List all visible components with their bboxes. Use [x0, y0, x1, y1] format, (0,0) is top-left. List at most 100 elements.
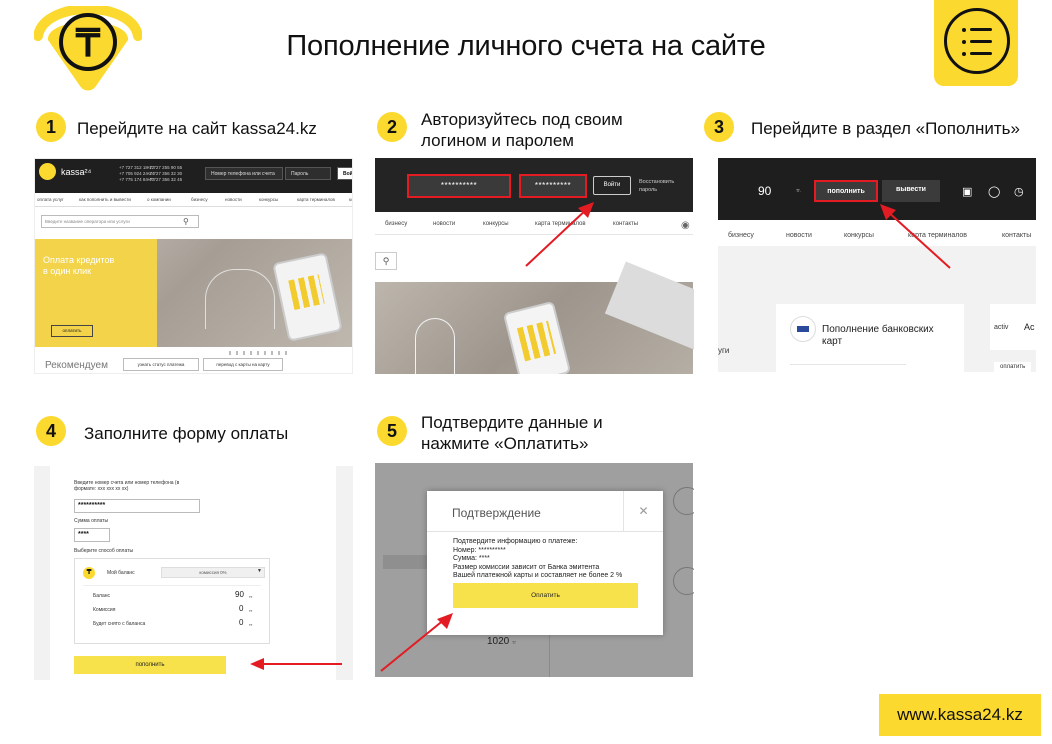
balance-unit: тг [249, 594, 253, 599]
nav-item[interactable]: новости [786, 232, 812, 239]
pay-button[interactable]: Оплатить [453, 583, 638, 608]
hero-text: Оплата кредитов в один клик [43, 255, 115, 276]
screenshot-step-3: 90 тг. пополнить вывести ▣ ◯ ◷ бизнесу н… [718, 158, 1036, 372]
pointer-arrow [525, 202, 594, 267]
briefcase-icon[interactable]: ▣ [962, 185, 972, 198]
dialog-title: Подтверждение [452, 506, 541, 520]
chat-icon[interactable]: ◯ [988, 185, 1000, 198]
nav-item[interactable]: конкурсы [259, 197, 278, 202]
nav-item[interactable]: ко [349, 197, 352, 202]
card-divider [790, 364, 906, 365]
step-1-title: Перейдите на сайт kassa24.kz [77, 119, 317, 138]
activ-title-cut: Ac [1024, 322, 1035, 332]
restore-password-link[interactable]: Восстановить пароль [639, 178, 674, 194]
screenshot-step-5: 1020 тг Подтверждение ✕ Подтвердите инфо… [375, 463, 694, 677]
amount-value: 1020 тг [487, 636, 517, 647]
balance-value: 90 [758, 184, 772, 198]
apple-icon: ◉ [681, 220, 690, 231]
search-icon[interactable]: ⚲ [183, 217, 189, 226]
amount-label: Сумма оплаты [74, 518, 109, 524]
nav-item[interactable]: конкурсы [483, 221, 509, 227]
close-icon[interactable]: ✕ [623, 491, 663, 531]
step-5-badge: 5 [377, 416, 407, 446]
password-input[interactable]: Пароль [285, 167, 331, 180]
activ-logo: activ [994, 324, 1009, 331]
activ-pay-button[interactable]: оплатить [994, 362, 1032, 372]
background-icon [673, 567, 694, 595]
hero-pay-button[interactable]: оплатить [51, 325, 93, 337]
step-4-badge: 4 [36, 416, 66, 446]
balance-value: 90 [235, 590, 244, 599]
step-2-title: Авторизуйтесь под своим логином и пароле… [421, 110, 623, 150]
method-divider [83, 585, 261, 586]
amount-input[interactable]: **** [74, 528, 110, 542]
account-number-input[interactable]: ********** [74, 499, 200, 513]
bank-cards-icon [790, 316, 816, 342]
nav-item[interactable]: конкурсы [844, 232, 874, 239]
site-url-link[interactable]: www.kassa24.kz [879, 694, 1041, 736]
nav-item[interactable]: карта терминалов [297, 197, 335, 202]
debit-unit: тг [249, 622, 253, 627]
fee-unit: тг [249, 608, 253, 613]
login-field[interactable]: ********** [407, 174, 511, 198]
balance-label: Баланс [93, 593, 111, 599]
status-check-button[interactable]: узнать статус платежа [123, 358, 199, 371]
nav-item[interactable]: контакты [613, 221, 638, 227]
step-3-badge: 3 [704, 112, 734, 142]
nav-item[interactable]: как пополнить и вывести [79, 197, 131, 202]
balance-currency: тг. [796, 188, 801, 194]
step-5-title: Подтвердите данные и нажмите «Оплатить» [421, 413, 603, 453]
login-button[interactable]: Войти [593, 176, 631, 195]
page-title: Пополнение личного счета на сайте [286, 30, 766, 62]
login-button[interactable]: Войти [337, 167, 352, 180]
service-search-input[interactable]: Введите название оператора или услуги [41, 215, 199, 228]
right-margin [336, 466, 353, 680]
pointer-arrow [880, 204, 951, 269]
phone-label: Введите номер счета или номер телефона (… [74, 480, 180, 492]
earphones-image [415, 318, 455, 374]
password-field[interactable]: ********** [519, 174, 587, 198]
debit-value: 0 [239, 618, 244, 627]
method-select[interactable]: комиссия 0% [161, 567, 265, 578]
nav-item[interactable]: бизнесу [385, 221, 407, 227]
topup-button[interactable]: пополнить [814, 180, 878, 202]
step-4-title: Заполните форму оплаты [84, 424, 289, 443]
kassa24-balance-icon: ₸ [83, 567, 95, 579]
history-icon[interactable]: ◷ [1014, 185, 1024, 198]
pointer-arrow [380, 613, 453, 672]
nav-item[interactable]: новости [225, 197, 242, 202]
menu-button[interactable] [934, 0, 1018, 86]
confirmation-dialog: Подтверждение ✕ Подтвердите информацию о… [427, 491, 663, 635]
nav-item[interactable]: оплата услуг [37, 197, 64, 202]
step-2-badge: 2 [377, 112, 407, 142]
background-field [383, 555, 427, 569]
card-transfer-button[interactable]: перевод с карты на карту [203, 358, 283, 371]
chevron-down-icon[interactable]: ▼ [257, 568, 262, 574]
debit-label: Будет снято с баланса [93, 621, 146, 627]
nav-item[interactable]: бизнесу [191, 197, 208, 202]
screenshot-step-2: ********** ********** Войти Восстановить… [375, 158, 694, 374]
payment-method-box: ₸ Мой баланс комиссия 0% ▼ Баланс 90 тг … [74, 558, 270, 644]
nav-item[interactable]: бизнесу [728, 232, 754, 239]
recommend-heading: Рекомендуем [45, 360, 108, 371]
search-icon[interactable]: ⚲ [375, 252, 397, 270]
step-1-badge: 1 [36, 112, 66, 142]
phones-col-2: +7 727 255 90 55 +7 727 356 32 30 +7 727 3… [147, 165, 183, 182]
site-brand: kassa²⁴ [61, 167, 92, 177]
method-label: Выберите способ оплаты [74, 548, 134, 554]
dialog-message: Подтвердите информацию о платеже: Номер:… [453, 538, 623, 579]
left-card-text-cut: уги [718, 346, 730, 355]
nav-item[interactable]: контакты [1002, 232, 1031, 239]
dialog-divider [427, 531, 663, 532]
topup-submit-button[interactable]: пополнить [74, 656, 226, 674]
fee-label: Комиссия [93, 607, 116, 613]
service-card-bank[interactable]: Пополнение банковских карт [776, 304, 964, 372]
service-card-activ[interactable]: activ Ac [990, 304, 1036, 350]
nav-item[interactable]: о компании [147, 197, 171, 202]
carousel-dots[interactable] [229, 351, 289, 355]
screenshot-step-1: kassa²⁴ +7 727 312 18 12 +7 705 924 24 24… [34, 158, 353, 374]
screenshot-step-4: Введите номер счета или номер телефона (… [34, 466, 353, 680]
phone-input[interactable]: Номер телефона или счета [205, 167, 283, 180]
earphones-image [205, 269, 275, 329]
nav-item[interactable]: новости [433, 221, 455, 227]
